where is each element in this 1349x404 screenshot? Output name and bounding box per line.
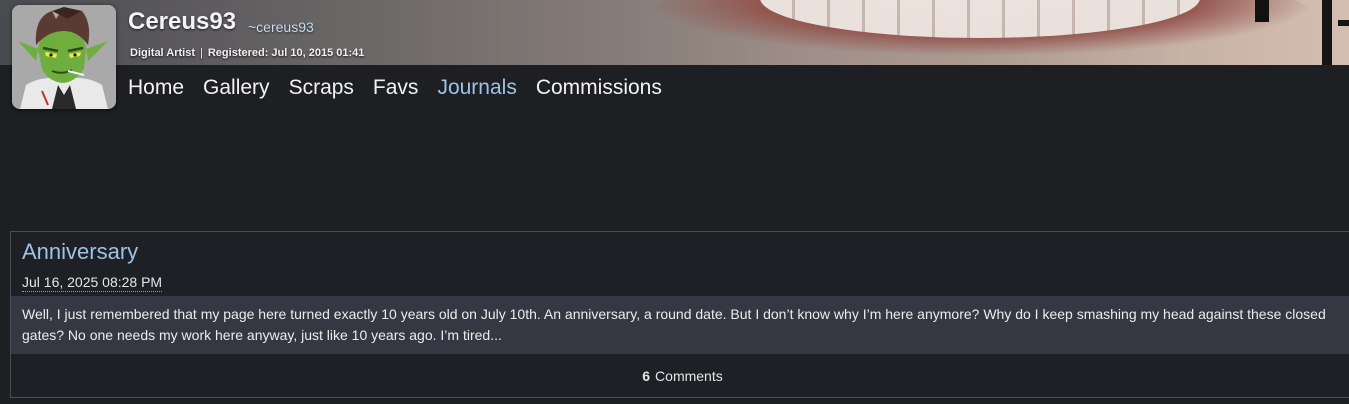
comments-count: 6 — [642, 368, 651, 384]
journal-footer: 6 Comments — [11, 354, 1349, 398]
goblin-avatar-icon — [12, 5, 116, 109]
nav-item-gallery[interactable]: Gallery — [203, 76, 270, 100]
comments-link[interactable]: 6 Comments — [642, 368, 722, 384]
journal-excerpt: Well, I just remembered that my page her… — [22, 306, 1326, 343]
profile-meta: Digital Artist | Registered: Jul 10, 2015 … — [130, 47, 364, 59]
nav-item-journals[interactable]: Journals — [437, 76, 516, 100]
profile-registered: Registered: Jul 10, 2015 01:41 — [207, 47, 365, 59]
nav-item-commissions[interactable]: Commissions — [536, 76, 662, 100]
journal-card: Anniversary Jul 16, 2025 08:28 PM Well, … — [10, 231, 1349, 398]
comments-label: Comments — [655, 368, 723, 384]
journal-date: Jul 16, 2025 08:28 PM — [22, 274, 163, 292]
journal-title[interactable]: Anniversary — [22, 239, 138, 265]
nav-item-home[interactable]: Home — [128, 76, 184, 100]
journal-body: Well, I just remembered that my page her… — [11, 296, 1349, 354]
banner-image-detail — [1255, 0, 1269, 22]
meta-separator: | — [200, 47, 203, 59]
banner-image-detail — [1338, 20, 1349, 26]
profile-display-name[interactable]: Cereus93 — [128, 8, 236, 36]
nav-item-favs[interactable]: Favs — [373, 76, 419, 100]
avatar[interactable] — [12, 5, 116, 109]
nav-item-scraps[interactable]: Scraps — [289, 76, 354, 100]
banner-image-detail — [1322, 0, 1332, 65]
profile-nav: Home Gallery Scraps Favs Journals Commis… — [128, 76, 662, 100]
profile-role: Digital Artist — [130, 47, 195, 59]
profile-handle[interactable]: ~cereus93 — [248, 19, 314, 35]
